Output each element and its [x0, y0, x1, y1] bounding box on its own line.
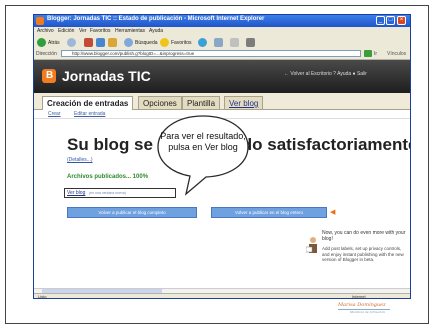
signature-logo: Marisa Domínguez Monitora de formación	[338, 302, 390, 314]
subtab-editar[interactable]: Editar entrada	[74, 111, 105, 117]
history-icon[interactable]	[214, 38, 223, 47]
search-icon[interactable]	[124, 38, 133, 47]
refresh-icon[interactable]	[96, 38, 105, 47]
blog-title: Jornadas TIC	[62, 68, 151, 84]
header-links[interactable]: ← Volver al Escritorio ? Ayuda ● Salir	[284, 71, 367, 77]
status-zone: Internet	[352, 294, 366, 299]
menu-herramientas[interactable]: Herramientas	[115, 28, 145, 34]
mail-icon[interactable]	[230, 38, 239, 47]
print-icon[interactable]	[246, 38, 255, 47]
status-text: Listo	[38, 294, 47, 299]
stop-icon[interactable]	[84, 38, 93, 47]
back-label[interactable]: Atrás	[48, 40, 60, 46]
tab-opciones[interactable]: Opciones	[138, 96, 182, 109]
address-url: http://www.blogger.com/publish.g?blogID=…	[72, 51, 195, 56]
links-label[interactable]: Vínculos	[387, 51, 406, 57]
blogger-header: B Jornadas TIC ← Volver al Escritorio ? …	[34, 60, 410, 93]
tab-creacion[interactable]: Creación de entradas	[42, 96, 134, 110]
tip-panel: Now, you can do even more with your blog…	[322, 230, 406, 263]
favorites-icon[interactable]	[160, 38, 169, 47]
forward-icon[interactable]	[67, 38, 76, 47]
view-blog-sub: (en una ventana nueva)	[89, 191, 126, 195]
tip-title: Now, you can do even more with your blog…	[322, 230, 406, 242]
slide-frame: Blogger: Jornadas TIC :: Estado de publi…	[5, 5, 429, 324]
close-button[interactable]: ×	[397, 16, 406, 25]
tip-body: Add post labels, set up privacy controls…	[322, 246, 404, 262]
callout-text: Para ver el resultado, pulsa en Ver blog	[160, 131, 246, 152]
signature-name: Marisa Domínguez	[338, 302, 386, 308]
blogger-logo-icon: B	[42, 69, 56, 83]
tab-ver-blog[interactable]: Ver blog	[224, 96, 264, 109]
republish-full-button[interactable]: Volver a publicar el blog completo	[67, 207, 197, 218]
window-title: Blogger: Jornadas TIC :: Estado de publi…	[47, 16, 265, 22]
minimize-button[interactable]: _	[376, 16, 385, 25]
callout-shape	[157, 115, 249, 196]
back-icon[interactable]	[37, 38, 46, 47]
toolbar: Atrás Búsqueda Favoritos	[34, 36, 410, 50]
republish-entire-button[interactable]: Volver a publicar en el blog entero	[211, 207, 327, 218]
menu-ver[interactable]: Ver	[79, 28, 87, 34]
arrow-icon: ◀	[330, 209, 336, 216]
status-bar: Listo Internet	[34, 293, 410, 299]
address-label: Dirección	[36, 51, 57, 57]
search-label[interactable]: Búsqueda	[135, 40, 158, 46]
menu-edicion[interactable]: Edición	[58, 28, 74, 34]
menu-archivo[interactable]: Archivo	[37, 28, 54, 34]
menu-bar: Archivo Edición Ver Favoritos Herramient…	[34, 27, 410, 36]
go-button[interactable]	[364, 50, 372, 57]
subtab-crear[interactable]: Crear	[48, 111, 61, 117]
address-bar: Dirección http://www.blogger.com/publish…	[34, 49, 410, 60]
person-icon	[306, 237, 317, 253]
published-status: Archivos publicados... 100%	[67, 174, 149, 180]
favorites-label[interactable]: Favoritos	[171, 40, 192, 46]
menu-ayuda[interactable]: Ayuda	[149, 28, 163, 34]
menu-favoritos[interactable]: Favoritos	[90, 28, 111, 34]
view-blog-link[interactable]: Ver blog	[67, 190, 85, 196]
tab-ver-blog-label: Ver blog	[229, 99, 259, 108]
callout-bubble: Para ver el resultado, pulsa en Ver blog	[156, 114, 250, 198]
maximize-button[interactable]: □	[386, 16, 395, 25]
blogger-icon	[36, 17, 44, 25]
details-link[interactable]: (Detalles...)	[67, 157, 93, 163]
tab-plantilla[interactable]: Plantilla	[182, 96, 221, 109]
home-icon[interactable]	[108, 38, 117, 47]
go-label[interactable]: Ir	[374, 51, 377, 57]
signature-sub: Monitora de formación	[350, 310, 385, 314]
title-bar: Blogger: Jornadas TIC :: Estado de publi…	[34, 15, 410, 27]
media-icon[interactable]	[198, 38, 207, 47]
tabs-row: Creación de entradas Opciones Plantilla …	[34, 93, 410, 110]
address-input[interactable]: http://www.blogger.com/publish.g?blogID=…	[61, 50, 361, 57]
